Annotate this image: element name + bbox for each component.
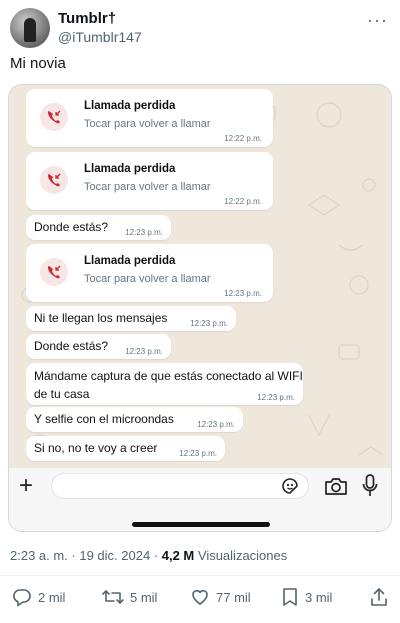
tweet-header: Tumblr† @iTumblr147 ··· bbox=[10, 8, 390, 48]
message-text: Donde estás? bbox=[34, 339, 109, 353]
author-display-name[interactable]: Tumblr† bbox=[58, 10, 116, 27]
repost-count: 5 mil bbox=[130, 589, 158, 605]
message-composer: + bbox=[9, 468, 391, 531]
message-time: 12:23 p.m. bbox=[179, 449, 217, 458]
missed-call-subtitle: Tocar para volver a llamar bbox=[84, 273, 211, 285]
bookmark-count: 3 mil bbox=[305, 589, 333, 605]
message-time: 12:23 p.m. bbox=[224, 289, 262, 298]
tweet-timestamp[interactable]: 2:23 a. m. · 19 dic. 2024 · bbox=[10, 548, 162, 563]
heart-icon bbox=[192, 589, 208, 605]
microphone-icon[interactable] bbox=[362, 474, 378, 498]
like-count: 77 mil bbox=[216, 589, 251, 605]
like-button[interactable]: 77 mil bbox=[190, 585, 251, 609]
sticker-icon[interactable] bbox=[280, 476, 300, 496]
message-time: 12:23 p.m. bbox=[257, 393, 295, 402]
bookmark-icon bbox=[283, 588, 297, 606]
reply-icon bbox=[13, 589, 31, 607]
missed-call-subtitle: Tocar para volver a llamar bbox=[84, 118, 211, 130]
incoming-message[interactable]: Donde estás? 12:23 p.m. bbox=[26, 215, 171, 240]
tweet-text: Mi novia bbox=[10, 55, 66, 72]
incoming-message[interactable]: Donde estás? 12:23 p.m. bbox=[26, 334, 171, 359]
share-button[interactable] bbox=[370, 585, 388, 609]
message-time: 12:23 p.m. bbox=[197, 420, 235, 429]
incoming-message[interactable]: Si no, no te voy a creer 12:23 p.m. bbox=[26, 436, 225, 461]
missed-call-icon bbox=[40, 166, 68, 194]
tweet-media-image[interactable]: Llamada perdida Tocar para volver a llam… bbox=[8, 84, 392, 532]
incoming-message[interactable]: Y selfie con el microondas 12:23 p.m. bbox=[26, 407, 243, 432]
repost-button[interactable]: 5 mil bbox=[102, 585, 157, 609]
missed-call-icon bbox=[40, 103, 68, 131]
missed-call-title: Llamada perdida bbox=[84, 255, 176, 267]
message-time: 12:22 p.m. bbox=[224, 134, 262, 143]
missed-call-bubble[interactable]: Llamada perdida Tocar para volver a llam… bbox=[26, 244, 273, 302]
avatar[interactable] bbox=[10, 8, 50, 48]
views-label: Visualizaciones bbox=[194, 548, 288, 563]
message-text: Y selfie con el microondas bbox=[34, 412, 174, 426]
camera-icon[interactable] bbox=[324, 476, 348, 496]
author-handle[interactable]: @iTumblr147 bbox=[58, 29, 142, 45]
missed-call-icon bbox=[40, 258, 68, 286]
plus-icon[interactable]: + bbox=[19, 474, 33, 498]
message-time: 12:23 p.m. bbox=[125, 347, 163, 356]
incoming-message[interactable]: Ni te llegan los mensajes 12:23 p.m. bbox=[26, 306, 236, 331]
tweet-actions: 2 mil 5 mil 77 mil 3 mil bbox=[0, 585, 400, 611]
views-count: 4,2 M bbox=[161, 548, 195, 563]
bookmark-button[interactable]: 3 mil bbox=[281, 585, 332, 609]
share-icon bbox=[371, 588, 387, 606]
message-text: Ni te llegan los mensajes bbox=[34, 311, 168, 325]
more-horizontal-icon[interactable]: ··· bbox=[367, 10, 388, 31]
message-text: Donde estás? bbox=[34, 220, 109, 234]
missed-call-bubble[interactable]: Llamada perdida Tocar para volver a llam… bbox=[26, 152, 273, 210]
reply-count: 2 mil bbox=[38, 589, 66, 605]
missed-call-title: Llamada perdida bbox=[84, 163, 176, 175]
missed-call-title: Llamada perdida bbox=[84, 100, 176, 112]
repost-icon bbox=[102, 590, 124, 604]
message-input[interactable] bbox=[51, 473, 309, 499]
divider bbox=[0, 575, 400, 576]
chat-screen: Llamada perdida Tocar para volver a llam… bbox=[9, 85, 391, 468]
message-time: 12:23 p.m. bbox=[190, 319, 228, 328]
missed-call-subtitle: Tocar para volver a llamar bbox=[84, 181, 211, 193]
home-indicator bbox=[132, 522, 270, 527]
message-time: 12:23 p.m. bbox=[125, 228, 163, 237]
missed-call-bubble[interactable]: Llamada perdida Tocar para volver a llam… bbox=[26, 89, 273, 147]
message-time: 12:22 p.m. bbox=[224, 197, 262, 206]
reply-button[interactable]: 2 mil bbox=[12, 585, 65, 609]
message-text: Si no, no te voy a creer bbox=[34, 441, 158, 455]
tweet-meta: 2:23 a. m. · 19 dic. 2024 · 4,2 M Visual… bbox=[10, 548, 287, 563]
incoming-message[interactable]: Mándame captura de que estás conectado a… bbox=[26, 363, 303, 405]
